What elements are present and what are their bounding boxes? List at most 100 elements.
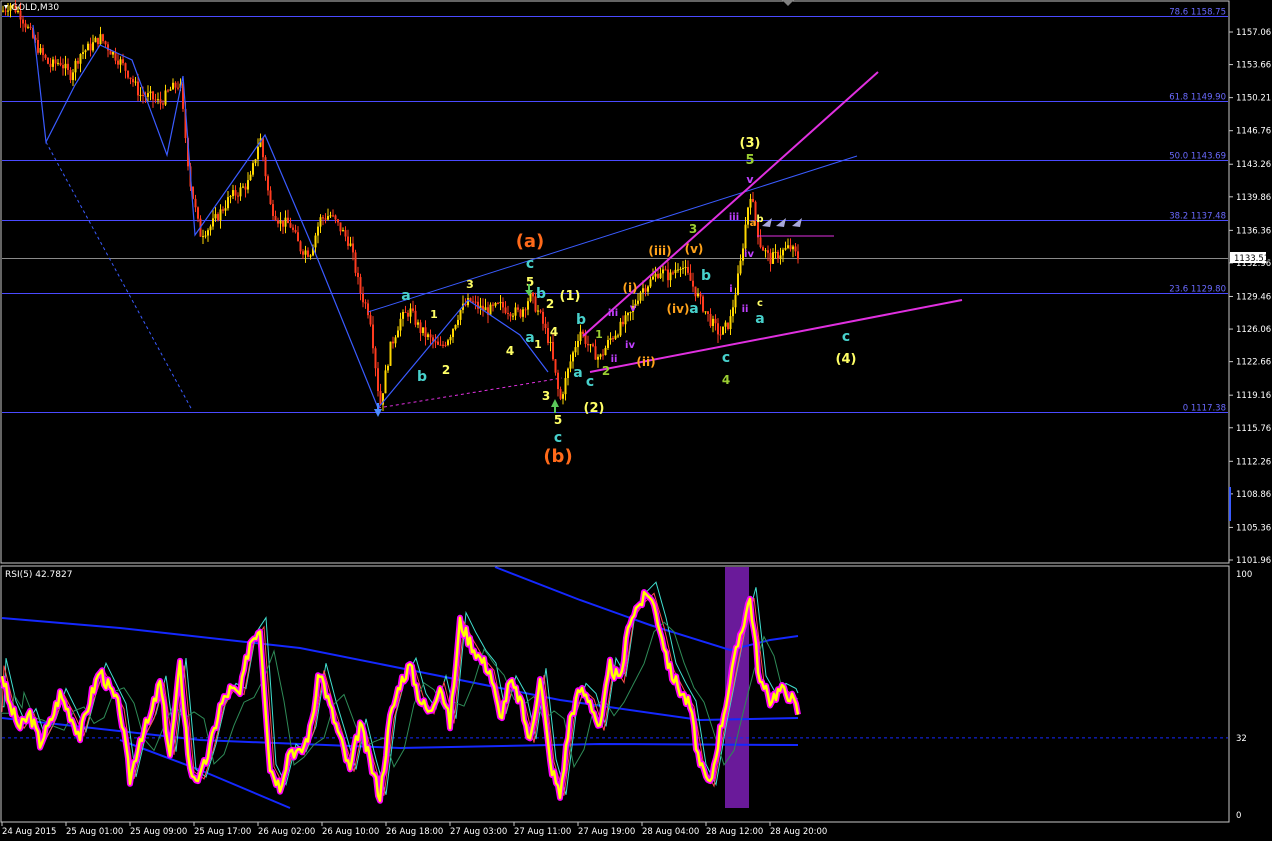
wave-label: iii [608,308,618,319]
candle-body [294,229,297,233]
candle-body [682,267,684,269]
candle-body [702,296,704,312]
candle-body [142,94,144,96]
candle-body [697,293,699,297]
candle-body [577,340,579,348]
candle-body [139,94,142,96]
candle-body [159,99,162,104]
candle-body [217,214,219,221]
price-tick-label: 1119.16 [1236,391,1271,401]
candle-body [77,60,79,64]
candle-body [737,273,739,295]
rsi-axis: 100 32 0 [1236,570,1252,821]
candle-body [429,334,432,338]
time-tick-label: 26 Aug 10:00 [322,827,379,837]
candle-body [219,209,222,221]
candle-body [637,300,639,304]
candle-body [354,252,357,273]
candle-body [37,39,39,53]
candle-body [232,190,234,197]
candle-body [532,292,534,297]
candle-body [92,42,94,51]
candle-body [664,269,667,271]
candle-body [787,245,789,248]
wave-label: 5 [745,153,754,168]
candle-body [264,157,267,177]
wave-label: b [701,268,711,284]
candle-body [557,372,559,390]
candle-body [627,312,629,316]
candle-body [287,217,289,224]
candle-body [582,331,584,334]
candle-body [267,176,269,191]
wave-label: iii [729,212,739,223]
candle-body [522,309,524,317]
candle-body [524,309,527,311]
candle-body [352,243,354,253]
dashed-trendlines [45,141,563,411]
candle-body [579,331,582,341]
candle-body [194,198,197,208]
candle-body [659,273,662,278]
candle-body [317,226,319,236]
candle-body [49,63,52,67]
price-panel-frame [0,0,1230,564]
chart-menu-icon[interactable] [4,5,8,9]
candle-body [372,324,374,349]
symbol-title: GOLD,M30 [11,3,59,13]
candle-body [262,138,264,158]
candle-body [494,303,497,306]
candle-body [274,215,277,221]
wave-label: c [586,374,594,390]
candle-body [739,260,742,274]
candle-body [512,315,514,317]
candle-body [419,322,422,333]
candle-body [342,230,344,232]
candle-body [794,246,797,252]
candle-body [209,226,212,231]
candle-body [132,78,134,83]
candle-body [727,322,729,330]
wave-label: c [757,298,763,309]
wave-label: a [750,218,757,229]
candle-body [447,340,449,345]
time-tick-label: 25 Aug 17:00 [194,827,251,837]
wave-label: (b) [543,446,572,467]
candle-body [709,313,712,326]
price-tick-label: 1115.76 [1236,424,1271,434]
wave-label: (iv) [667,302,690,316]
candle-body [119,59,122,65]
candle-body [384,370,387,394]
candle-body [624,315,627,325]
wave-label: 4 [506,344,514,358]
candle-body [282,220,284,227]
candle-body [279,220,282,224]
wave-label: a [401,288,410,304]
candle-body [162,103,164,105]
candle-body [602,354,604,356]
candle-body [604,347,607,356]
candle-body [359,277,362,294]
time-tick-label: 26 Aug 02:00 [258,827,315,837]
candle-body [99,34,102,45]
price-tick-label: 1143.26 [1236,160,1271,170]
candle-body [332,215,334,217]
candle-body [137,81,139,96]
candle-body [7,10,9,12]
wave-label: 1 [595,328,603,341]
time-tick-label: 26 Aug 18:00 [386,827,443,837]
candle-body [694,286,697,297]
fib-label: 38.2 1137.48 [1169,212,1226,222]
candle-body [127,70,129,78]
candle-body [499,301,502,304]
candle-body [594,346,597,360]
candle-body [104,41,107,45]
price-tick-label: 1160.70 [1236,0,1271,3]
candle-body [27,26,29,28]
candle-body [764,250,767,252]
candle-body [544,323,547,329]
candle-body [322,217,324,219]
fib-label: 23.6 1129.80 [1169,285,1226,295]
candle-body [327,216,329,220]
candle-body [289,223,292,228]
